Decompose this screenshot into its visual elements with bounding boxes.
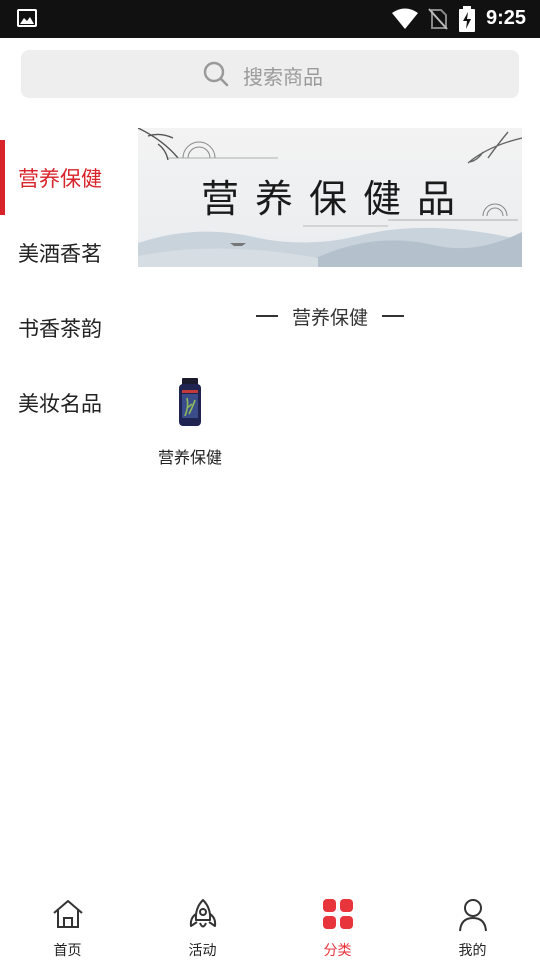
- tab-label: 我的: [458, 943, 487, 959]
- product-name: 营养保健: [157, 448, 222, 467]
- banner-title: 营养保健品: [200, 177, 471, 221]
- sidebar-item-wine-tea[interactable]: 美酒香茗: [0, 215, 130, 290]
- tab-label: 首页: [53, 943, 82, 959]
- divider-line: [256, 315, 278, 317]
- search-placeholder: 搜索商品: [243, 65, 323, 89]
- rocket-icon: [189, 899, 216, 928]
- supplement-bottle-icon: [179, 378, 201, 426]
- search-icon: [203, 61, 229, 87]
- status-time: 9:25: [486, 7, 527, 29]
- grid-category-icon: [322, 899, 353, 929]
- sidebar-item-nutrition[interactable]: 营养保健: [0, 140, 130, 215]
- tab-activity[interactable]: 活动: [135, 890, 270, 960]
- category-banner[interactable]: 营养保健品: [138, 128, 522, 267]
- product-item[interactable]: 营养保健: [150, 370, 230, 468]
- tab-mine[interactable]: 我的: [405, 890, 540, 960]
- sidebar-item-label: 营养保健: [18, 166, 102, 191]
- section-title: 营养保健: [291, 306, 368, 329]
- sidebar-item-label: 美酒香茗: [18, 241, 102, 266]
- sidebar-item-cosmetics[interactable]: 美妆名品: [0, 365, 130, 440]
- status-bar: 9:25: [0, 0, 540, 38]
- divider-line: [381, 315, 404, 317]
- search-input[interactable]: 搜索商品: [21, 50, 519, 98]
- battery-charging-icon: [459, 6, 475, 32]
- wifi-icon: [392, 8, 418, 29]
- sidebar-item-books-tea[interactable]: 书香茶韵: [0, 290, 130, 365]
- tab-home[interactable]: 首页: [0, 890, 135, 960]
- sidebar-item-label: 书香茶韵: [18, 316, 102, 341]
- no-sim-icon: [428, 8, 448, 30]
- tab-label: 分类: [323, 943, 352, 959]
- section-heading: 营养保健: [256, 303, 404, 329]
- tab-category[interactable]: 分类: [270, 890, 405, 960]
- bottom-tab-bar: 首页 活动 分类 我的: [0, 890, 540, 960]
- category-sidebar: 营养保健 美酒香茗 书香茶韵 美妆名品: [0, 140, 130, 440]
- sidebar-item-label: 美妆名品: [18, 391, 102, 416]
- product-thumbnail: [150, 370, 230, 436]
- user-icon: [458, 899, 487, 932]
- tab-label: 活动: [188, 943, 217, 959]
- image-icon: [17, 9, 37, 27]
- home-icon: [52, 900, 83, 928]
